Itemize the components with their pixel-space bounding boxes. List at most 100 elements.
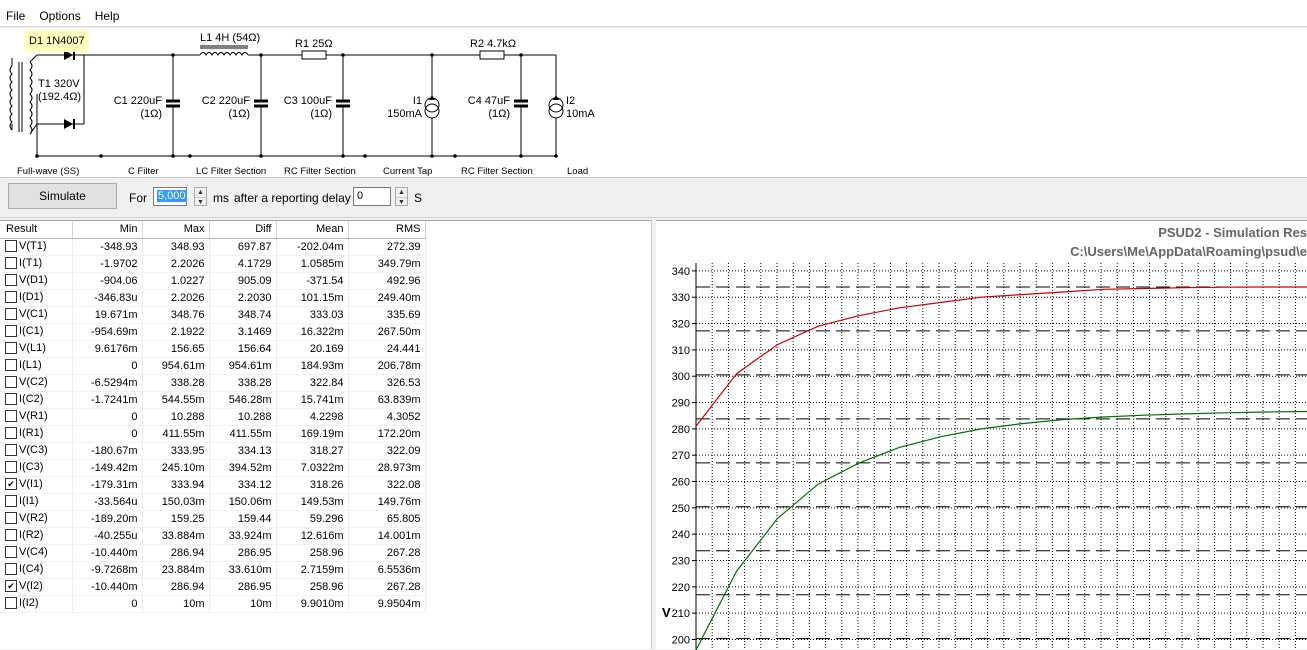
result-checkbox[interactable]	[5, 308, 17, 320]
result-checkbox[interactable]	[5, 291, 17, 303]
header-max[interactable]: Max	[142, 221, 209, 238]
cell-min: 9.6176m	[72, 340, 142, 357]
delay-spinner[interactable]: ▲▼	[395, 187, 408, 206]
table-row[interactable]: V(R1)010.28810.2884.22984.3052	[0, 408, 425, 425]
table-row[interactable]: I(R2)-40.255u33.884m33.924m12.616m14.001…	[0, 527, 425, 544]
table-row[interactable]: V(D1)-904.061.0227905.09-371.54492.96	[0, 272, 425, 289]
result-checkbox[interactable]	[5, 274, 17, 286]
table-row[interactable]: V(I1)-179.31m333.94334.12318.26322.08	[0, 476, 425, 493]
cell-rms: 24.441	[348, 340, 425, 357]
cell-mean: 318.26	[276, 476, 348, 493]
result-checkbox[interactable]	[5, 444, 17, 456]
cell-max: 348.93	[142, 238, 209, 255]
table-row[interactable]: I(I1)-33.564u150.03m150.06m149.53m149.76…	[0, 493, 425, 510]
result-checkbox[interactable]	[5, 393, 17, 405]
circuit-schematic[interactable]: D1 1N4007 L1 4H (54Ω) R1 25Ω R2 4.7kΩ T1…	[0, 28, 1307, 178]
i2-label[interactable]: I2	[566, 95, 575, 107]
table-row[interactable]: I(C1)-954.69m2.19223.146916.322m267.50m	[0, 323, 425, 340]
table-row[interactable]: V(T1)-348.93348.93697.87-202.04m272.39	[0, 238, 425, 255]
cell-max: 245.10m	[142, 459, 209, 476]
table-row[interactable]: I(L1)0954.61m954.61m184.93m206.78m	[0, 357, 425, 374]
cell-max: 156.65	[142, 340, 209, 357]
spin-up-icon[interactable]: ▲	[396, 188, 407, 197]
result-checkbox[interactable]	[5, 342, 17, 354]
result-checkbox[interactable]	[5, 461, 17, 473]
result-checkbox[interactable]	[5, 563, 17, 575]
table-row[interactable]: I(D1)-346.83u2.20262.2030101.15m249.40m	[0, 289, 425, 306]
i1-label[interactable]: I1	[413, 95, 422, 107]
table-row[interactable]: I(C3)-149.42m245.10m394.52m7.0322m28.973…	[0, 459, 425, 476]
menu-help[interactable]: Help	[89, 9, 128, 23]
result-cell: I(I2)	[0, 595, 72, 612]
menu-file[interactable]: File	[0, 9, 33, 23]
cell-diff: 546.28m	[209, 391, 276, 408]
cell-mean: 184.93m	[276, 357, 348, 374]
d1-label[interactable]: D1 1N4007	[29, 35, 85, 47]
table-row[interactable]: V(I2)-10.440m286.94286.95258.96267.28	[0, 578, 425, 595]
y-tick-label: 280	[672, 424, 690, 436]
cell-mean: 333.03	[276, 306, 348, 323]
result-checkbox[interactable]	[5, 257, 17, 269]
table-row[interactable]: I(T1)-1.97022.20264.17291.0585m349.79m	[0, 255, 425, 272]
r2-label[interactable]: R2 4.7kΩ	[470, 38, 516, 50]
result-checkbox[interactable]	[5, 495, 17, 507]
y-tick-label: 320	[672, 319, 690, 331]
cell-diff: 159.44	[209, 510, 276, 527]
spin-up-icon[interactable]: ▲	[195, 188, 206, 197]
result-checkbox[interactable]	[5, 376, 17, 388]
table-row[interactable]: V(C1)19.671m348.76348.74333.03335.69	[0, 306, 425, 323]
table-row[interactable]: I(R1)0411.55m411.55m169.19m172.20m	[0, 425, 425, 442]
table-row[interactable]: I(C2)-1.7241m544.55m546.28m15.741m63.839…	[0, 391, 425, 408]
header-diff[interactable]: Diff	[209, 221, 276, 238]
c4-label[interactable]: C4 47uF	[468, 95, 510, 107]
duration-spinner[interactable]: ▲▼	[194, 187, 207, 206]
result-checkbox[interactable]	[5, 359, 17, 371]
r1-label[interactable]: R1 25Ω	[295, 38, 333, 50]
y-tick-label: 300	[672, 371, 690, 383]
delay-input[interactable]: 0	[353, 187, 391, 206]
header-min[interactable]: Min	[72, 221, 142, 238]
result-checkbox[interactable]	[5, 410, 17, 422]
result-checkbox[interactable]	[5, 546, 17, 558]
header-mean[interactable]: Mean	[276, 221, 348, 238]
result-checkbox[interactable]	[5, 240, 17, 252]
l1-label[interactable]: L1 4H (54Ω)	[200, 32, 260, 44]
c3-label[interactable]: C3 100uF	[284, 95, 333, 107]
c2-label[interactable]: C2 220uF	[202, 95, 251, 107]
table-row[interactable]: V(C2)-6.5294m338.28338.28322.84326.53	[0, 374, 425, 391]
spin-down-icon[interactable]: ▼	[396, 197, 407, 206]
result-checkbox[interactable]	[5, 512, 17, 524]
result-cell: I(I1)	[0, 493, 72, 510]
cell-min: -904.06	[72, 272, 142, 289]
table-row[interactable]: I(I2)010m10m9.9010m9.9504m	[0, 595, 425, 612]
y-tick-label: 330	[672, 292, 690, 304]
result-checkbox[interactable]	[5, 529, 17, 541]
table-row[interactable]: I(C4)-9.7268m23.884m33.610m2.7159m6.5536…	[0, 561, 425, 578]
t1-label[interactable]: T1 320V	[38, 78, 80, 90]
i2-value: 10mA	[566, 108, 595, 120]
result-checkbox[interactable]	[5, 580, 17, 592]
result-checkbox[interactable]	[5, 478, 17, 490]
result-checkbox[interactable]	[5, 325, 17, 337]
table-row[interactable]: V(L1)9.6176m156.65156.6420.16924.441	[0, 340, 425, 357]
result-name: V(T1)	[19, 240, 47, 252]
duration-input[interactable]: 5,000	[153, 187, 187, 206]
header-rms[interactable]: RMS	[348, 221, 425, 238]
table-row[interactable]: V(R2)-189.20m159.25159.4459.29665.805	[0, 510, 425, 527]
header-result[interactable]: Result	[0, 221, 72, 238]
result-checkbox[interactable]	[5, 597, 17, 609]
table-row[interactable]: V(C3)-180.67m333.95334.13318.27322.09	[0, 442, 425, 459]
cell-min: 0	[72, 357, 142, 374]
simulate-button[interactable]: Simulate	[8, 183, 117, 209]
cell-mean: 322.84	[276, 374, 348, 391]
spin-down-icon[interactable]: ▼	[195, 197, 206, 206]
cell-max: 2.2026	[142, 255, 209, 272]
table-row[interactable]: V(C4)-10.440m286.94286.95258.96267.28	[0, 544, 425, 561]
voltage-chart[interactable]: 2002102202302402502602702802903003103203…	[656, 221, 1307, 650]
cell-max: 954.61m	[142, 357, 209, 374]
c1-label[interactable]: C1 220uF	[114, 95, 163, 107]
result-cell: V(C2)	[0, 374, 72, 391]
menu-options[interactable]: Options	[33, 9, 88, 23]
cell-diff: 286.95	[209, 578, 276, 595]
result-checkbox[interactable]	[5, 427, 17, 439]
